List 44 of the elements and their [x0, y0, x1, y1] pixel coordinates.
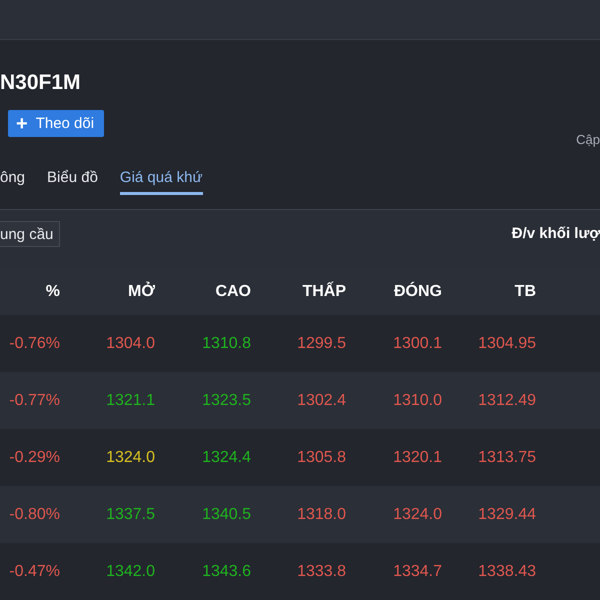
column-header: CAO: [215, 283, 251, 302]
table-cell: 1321.1: [106, 392, 155, 410]
table-cell: 1340.5: [202, 506, 251, 524]
volume-unit-label: Đ/v khối lượ: [512, 225, 600, 242]
table-cell: 1310.8: [202, 334, 251, 353]
column-header: TB: [514, 283, 536, 302]
updated-label: Cập: [576, 132, 600, 147]
table-cell: 1305.8: [297, 448, 346, 467]
table-cell: 1334.7: [393, 562, 442, 581]
table-cell: -0.80%: [9, 506, 60, 524]
column-header: THẤP: [302, 283, 346, 302]
table-cell: 1304.0: [106, 334, 155, 353]
table-cell: 1323.5: [202, 392, 251, 410]
table-cell: 1343.6: [202, 562, 251, 581]
table-cell: 1310.0: [393, 392, 442, 410]
column-header: ĐÓNG: [394, 283, 442, 302]
tab[interactable]: Giá quá khứ: [120, 169, 202, 195]
table-cell: -0.47%: [9, 562, 60, 581]
table-cell: 1304.95: [478, 334, 536, 353]
column-header: MỞ: [128, 283, 155, 302]
table-cell: 1300.1: [393, 334, 442, 353]
table-cell: -0.29%: [9, 448, 60, 467]
tab[interactable]: Biểu đồ: [47, 169, 98, 195]
table-cell: 1329.44: [478, 506, 536, 524]
table-cell: 1320.1: [393, 448, 442, 467]
table-cell: 1337.5: [106, 506, 155, 524]
table-cell: 1313.75: [478, 448, 536, 467]
table-cell: 1299.5: [297, 334, 346, 353]
table-cell: 1338.43: [478, 562, 536, 581]
column-header: %: [46, 283, 60, 302]
symbol-title: N30F1M: [0, 70, 82, 96]
table-cell: 1342.0: [106, 562, 155, 581]
tab[interactable]: ông: [0, 169, 26, 195]
table-cell: 1333.8: [297, 562, 346, 581]
follow-button[interactable]: + Theo dõi: [8, 110, 104, 137]
table-cell: 1324.0: [393, 506, 442, 524]
table-cell: 1324.0: [106, 448, 155, 467]
table-cell: 1318.0: [297, 506, 346, 524]
supply-demand-button[interactable]: ung cầu: [0, 221, 60, 247]
table-cell: 1312.49: [478, 392, 536, 410]
table-cell: 1302.4: [297, 392, 346, 410]
table-cell: 1324.4: [202, 448, 251, 467]
table-cell: -0.77%: [9, 392, 60, 410]
table-cell: -0.76%: [9, 334, 60, 353]
